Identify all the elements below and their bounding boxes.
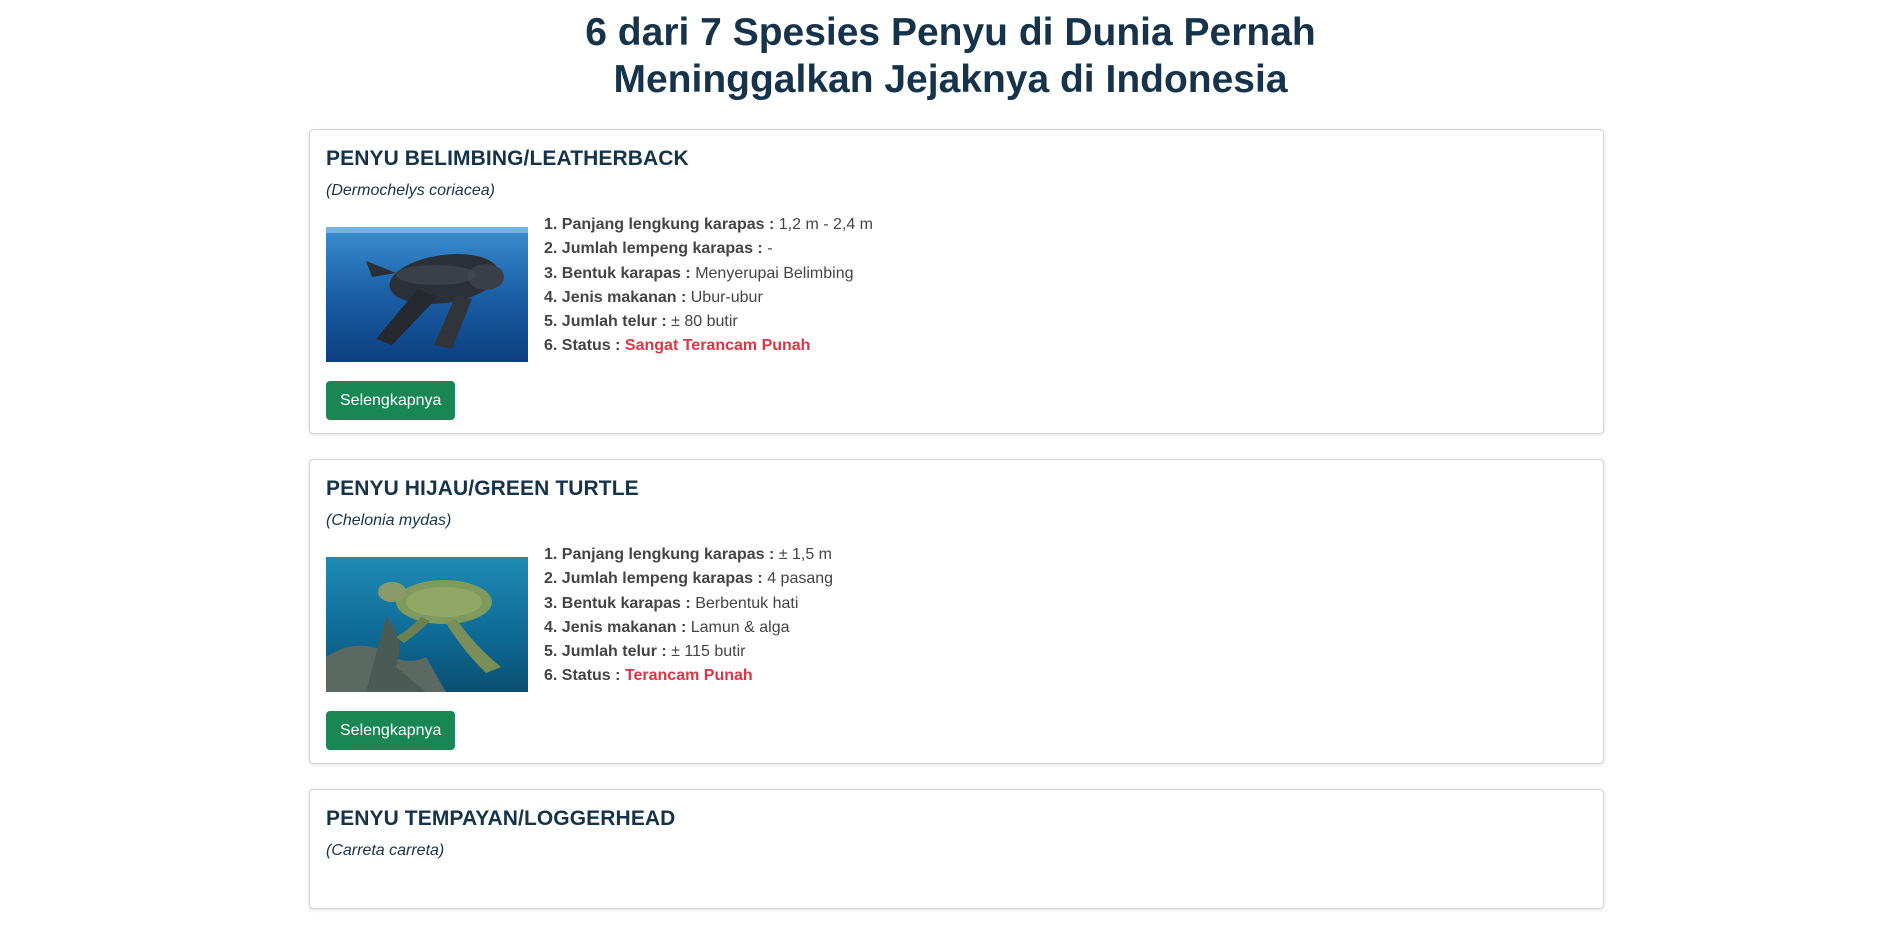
green-turtle-photo	[326, 557, 528, 692]
species-facts: 1. Panjang lengkung karapas : ± 1,5 m 2.…	[544, 543, 833, 689]
read-more-button[interactable]: Selengkapnya	[326, 711, 456, 750]
species-card-green-turtle: PENYU HIJAU/GREEN TURTLE (Chelonia mydas…	[309, 459, 1604, 764]
fact-carapace-plates: 2. Jumlah lempeng karapas : 4 pasang	[544, 570, 834, 588]
fact-egg-count: 5. Jumlah telur : ± 80 butir	[544, 313, 738, 331]
species-name: PENYU BELIMBING/LEATHERBACK	[326, 147, 689, 170]
species-card-list: PENYU BELIMBING/LEATHERBACK (Dermochelys…	[309, 129, 1604, 934]
status-badge: Sangat Terancam Punah	[624, 337, 811, 355]
fact-status: 6. Status : Terancam Punah	[544, 667, 753, 685]
species-card-leatherback: PENYU BELIMBING/LEATHERBACK (Dermochelys…	[309, 129, 1604, 434]
scientific-name: (Dermochelys coriacea)	[326, 182, 495, 199]
fact-carapace-length: 1. Panjang lengkung karapas : 1,2 m - 2,…	[544, 216, 873, 233]
status-badge: Terancam Punah	[624, 667, 753, 685]
page-title: 6 dari 7 Spesies Penyu di Dunia Pernah M…	[585, 11, 1316, 101]
fact-carapace-shape: 3. Bentuk karapas : Berbentuk hati	[544, 594, 799, 612]
fact-diet: 4. Jenis makanan : Lamun & alga	[544, 618, 790, 636]
leatherback-turtle-photo	[326, 227, 528, 362]
fact-egg-count: 5. Jumlah telur : ± 115 butir	[544, 643, 746, 661]
scientific-name: (Carreta carreta)	[326, 842, 445, 859]
fact-diet: 4. Jenis makanan : Ubur-ubur	[544, 288, 763, 306]
species-facts: 1. Panjang lengkung karapas : 1,2 m - 2,…	[544, 213, 873, 359]
fact-carapace-length: 1. Panjang lengkung karapas : ± 1,5 m	[544, 546, 832, 563]
fact-carapace-shape: 3. Bentuk karapas : Menyerupai Belimbing	[544, 264, 854, 282]
species-name: PENYU TEMPAYAN/LOGGERHEAD	[326, 807, 676, 830]
scientific-name: (Chelonia mydas)	[326, 512, 452, 529]
fact-status: 6. Status : Sangat Terancam Punah	[544, 337, 811, 355]
species-card-loggerhead: PENYU TEMPAYAN/LOGGERHEAD (Carreta carre…	[309, 789, 1604, 909]
read-more-button[interactable]: Selengkapnya	[326, 381, 456, 420]
fact-carapace-plates: 2. Jumlah lempeng karapas : -	[544, 240, 773, 258]
species-name: PENYU HIJAU/GREEN TURTLE	[326, 477, 639, 500]
